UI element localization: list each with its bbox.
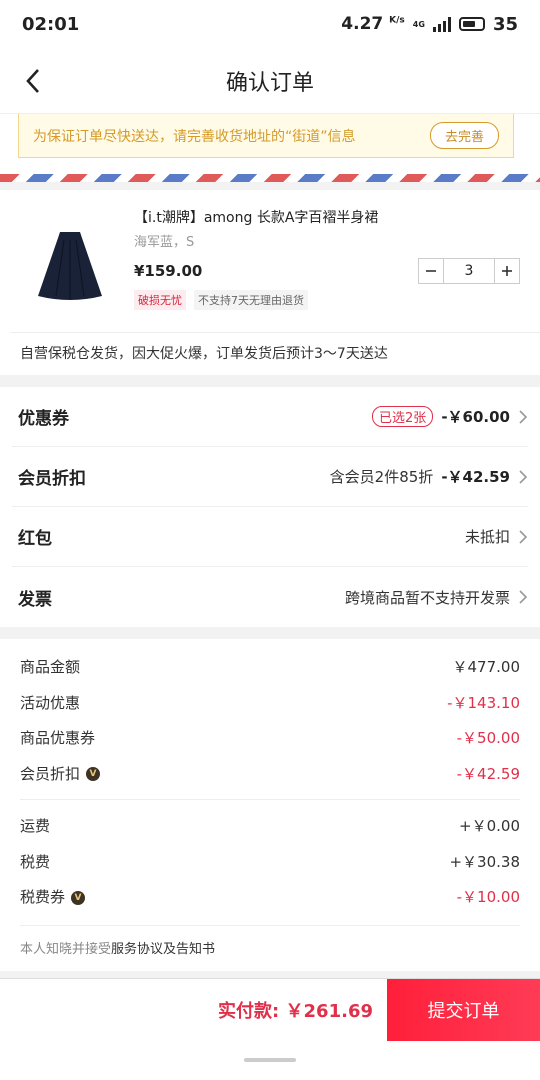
total-label: 实付款: [218,1001,280,1022]
status-bar: 02:01 4.27 K/s 4G 35 [0,0,540,48]
summary-label: 运费 [20,817,51,836]
product-name[interactable]: 【i.t潮牌】among 长款A字百褶半身裙 [134,208,520,228]
summary-row: 税费券 V -￥10.00 [20,879,520,915]
chevron-right-icon [519,590,528,604]
skirt-icon [38,232,102,300]
tag-damage-guarantee: 破损无忧 [134,290,186,310]
page-title: 确认订单 [225,70,314,96]
summary-value: ￥477.00 [452,658,521,677]
product-row[interactable]: 【i.t潮牌】among 长款A字百褶半身裙 海军蓝，S ¥159.00 破损无… [0,190,540,332]
coupon-row[interactable]: 优惠券 已选2张 -￥60.00 [12,387,528,447]
status-time: 02:01 [22,13,80,35]
summary-row: 活动优惠 -￥143.10 [20,685,520,721]
summary-label: 会员折扣 [20,764,81,783]
summary-label: 商品金额 [20,658,81,677]
coupon-value: 已选2张 -￥60.00 [372,406,528,427]
order-options: 优惠券 已选2张 -￥60.00 会员折扣 含会员2件85折 -￥42.59 红… [0,387,540,627]
product-image[interactable] [20,216,120,316]
network-type: 4G [412,19,425,29]
invoice-label: 发票 [18,589,52,610]
chevron-right-icon [519,529,528,544]
summary-label: 税费 [20,852,51,871]
agreement-text: 本人知晓并接受服务协议及告知书 [20,924,520,971]
increase-button[interactable] [495,259,519,283]
summary-value: -￥10.00 [456,888,520,907]
plus-icon [502,266,512,276]
product-spec: 海军蓝，S [134,235,195,250]
summary-row: 运费 +￥0.00 [20,808,520,844]
total-value: ￥261.69 [285,1001,373,1022]
member-discount-amount: -￥42.59 [441,468,510,486]
product-info: 【i.t潮牌】among 长款A字百褶半身裙 海军蓝，S ¥159.00 破损无… [120,208,520,320]
status-indicators: 4.27 K/s 4G 35 [341,14,518,35]
decrease-button[interactable] [419,259,443,283]
invoice-status: 跨境商品暂不支持开发票 [344,588,510,607]
vip-icon[interactable]: V [71,890,86,905]
summary-label: 税费券 [20,888,66,907]
network-speed-value: 4.27 [341,14,384,34]
product-card: 【i.t潮牌】among 长款A字百褶半身裙 海军蓝，S ¥159.00 破损无… [0,190,540,375]
coupon-label: 优惠券 [18,409,69,429]
coupon-selected-badge: 已选2张 [372,406,434,427]
shipping-note: 自营保税仓发货，因大促火爆，订单发货后预计3～7天送达 [10,332,540,375]
summary-value: +￥30.38 [449,852,520,871]
address-notice-text: 为保证订单尽快送达，请完善收货地址的“街道”信息 [33,128,356,145]
minus-icon [426,270,436,272]
invoice-row[interactable]: 发票 跨境商品暂不支持开发票 [12,567,528,627]
redpacket-label: 红包 [18,529,52,549]
member-discount-desc: 含会员2件85折 [329,468,434,486]
agreement-prefix: 本人知晓并接受 [20,941,112,957]
quantity-value[interactable]: 3 [443,259,495,283]
page-header: 确认订单 [0,48,540,114]
complete-address-button[interactable]: 去完善 [429,122,499,149]
invoice-value: 跨境商品暂不支持开发票 [345,587,528,608]
battery-level: 35 [492,13,518,35]
summary-row: 商品优惠券 -￥50.00 [20,720,520,756]
redpacket-status: 未抵扣 [464,528,510,546]
submit-order-button[interactable]: 提交订单 [387,979,540,1041]
summary-divider [20,799,520,800]
summary-label-with-icon: 税费券 V [20,886,86,907]
product-tags: 破损无忧 不支持7天无理由退货 [134,290,520,310]
summary-label: 商品优惠券 [20,729,96,748]
summary-label: 活动优惠 [20,693,81,712]
address-notice-container: 为保证订单尽快送达，请完善收货地址的“街道”信息 去完善 [0,114,540,174]
address-notice: 为保证订单尽快送达，请完善收货地址的“街道”信息 去完善 [18,114,514,158]
chevron-left-icon [26,69,39,93]
summary-value: -￥143.10 [447,693,520,712]
chevron-right-icon [519,469,528,484]
summary-label-with-icon: 会员折扣 V [20,763,101,784]
redpacket-value: 未抵扣 [465,526,528,547]
summary-row: 会员折扣 V -￥42.59 [20,756,520,792]
redpacket-row[interactable]: 红包 未抵扣 [12,507,528,567]
price-summary: 商品金额 ￥477.00 活动优惠 -￥143.10 商品优惠券 -￥50.00… [0,639,540,971]
coupon-amount: -￥60.00 [441,408,510,426]
network-speed: 4.27 K/s [341,14,405,34]
battery-icon [458,17,485,31]
summary-value: +￥0.00 [459,817,520,836]
tag-no-return: 不支持7天无理由退货 [194,290,308,310]
summary-row: 税费 +￥30.38 [20,844,520,880]
airmail-border [0,174,540,182]
vip-icon[interactable]: V [86,767,101,782]
total-amount: 实付款: ￥261.69 [0,979,387,1041]
summary-value: -￥42.59 [456,764,520,783]
member-discount-value: 含会员2件85折 -￥42.59 [330,466,528,487]
back-button[interactable] [18,66,48,96]
summary-value: -￥50.00 [456,729,520,748]
signal-icon [432,16,451,32]
member-discount-label: 会员折扣 [18,469,86,489]
home-indicator[interactable] [244,1058,296,1062]
member-discount-row[interactable]: 会员折扣 含会员2件85折 -￥42.59 [12,447,528,507]
network-speed-unit: K/s [389,15,405,26]
chevron-right-icon [519,409,528,424]
quantity-stepper: 3 [418,258,520,284]
checkout-bar: 实付款: ￥261.69 提交订单 [0,978,540,1041]
agreement-link[interactable]: 服务协议及告知书 [111,942,215,957]
summary-row: 商品金额 ￥477.00 [20,649,520,685]
